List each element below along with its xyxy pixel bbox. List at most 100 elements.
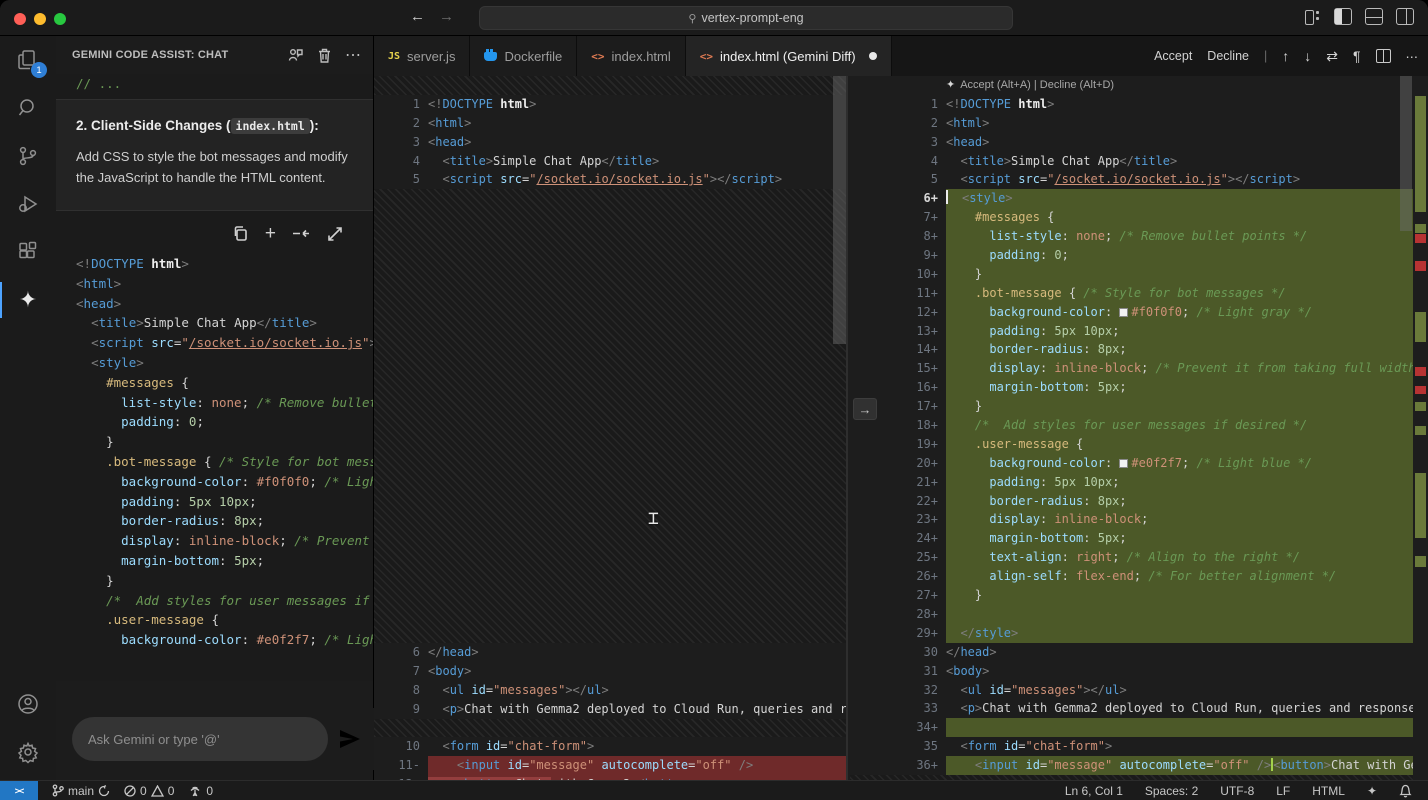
sidebar-item-extensions[interactable] — [0, 228, 56, 276]
toggle-secondary-sidebar-icon[interactable] — [1396, 8, 1414, 25]
bell-icon[interactable] — [1399, 784, 1412, 798]
diff-line[interactable]: 7 <body> — [374, 662, 846, 681]
toggle-primary-sidebar-icon[interactable] — [1334, 8, 1352, 25]
next-change-icon[interactable]: ↓ — [1304, 48, 1311, 64]
diff-line[interactable]: 8+ list-style: none; /* Remove bullet po… — [850, 227, 1428, 247]
diff-revert-arrow-button[interactable]: → — [853, 398, 877, 420]
diff-line[interactable]: 20+ background-color: #e0f2f7; /* Light … — [850, 453, 1428, 473]
diff-line[interactable]: 16+ margin-bottom: 5px; — [850, 378, 1428, 398]
sidebar-item-gemini[interactable]: ✦ — [0, 276, 56, 324]
expand-icon[interactable] — [327, 226, 343, 242]
decline-button[interactable]: Decline — [1207, 49, 1249, 63]
insert-new-file-icon[interactable]: + — [265, 224, 276, 243]
remote-indicator[interactable]: >< — [0, 780, 38, 800]
more-editor-actions-icon[interactable]: ⋯ — [1406, 49, 1419, 64]
diff-line[interactable]: 3 <head> — [374, 133, 846, 152]
indentation[interactable]: Spaces: 2 — [1145, 784, 1198, 798]
diff-line[interactable]: 2 <html> — [850, 114, 1428, 133]
ports-indicator[interactable]: 0 — [188, 784, 213, 798]
more-actions-icon[interactable]: ⋯ — [345, 45, 361, 65]
tab-index-html-gemini-diff-[interactable]: <> index.html (Gemini Diff) — [685, 36, 892, 76]
sidebar-item-run-debug[interactable] — [0, 180, 56, 228]
gemini-chat-input[interactable] — [72, 717, 328, 761]
back-icon[interactable]: ← — [410, 8, 425, 25]
diff-line[interactable]: 9 <p>Chat with Gemma2 deployed to Cloud … — [374, 700, 846, 719]
diff-line[interactable]: 12+ background-color: #f0f0f0; /* Light … — [850, 302, 1428, 322]
diff-line[interactable]: 8 <ul id="messages"></ul> — [374, 681, 846, 700]
previous-change-icon[interactable]: ↑ — [1282, 48, 1289, 64]
diff-line[interactable]: 1 <!DOCTYPE html> — [850, 95, 1428, 114]
zoom-window-button[interactable] — [54, 13, 66, 25]
diff-line[interactable]: 3 <head> — [850, 133, 1428, 152]
diff-line[interactable]: 19+ .user-message { — [850, 434, 1428, 454]
diff-line[interactable]: 22+ border-radius: 8px; — [850, 491, 1428, 511]
diff-line[interactable]: ✦ Accept (Alt+A) | Decline (Alt+D) — [850, 76, 1428, 95]
diff-line[interactable]: 35 <form id="chat-form"> — [850, 737, 1428, 756]
diff-line[interactable]: 21+ padding: 5px 10px; — [850, 472, 1428, 492]
tab-dockerfile[interactable]: Dockerfile — [470, 36, 578, 76]
diff-line[interactable]: 26+ align-self: flex-end; /* For better … — [850, 567, 1428, 587]
send-icon[interactable] — [338, 728, 362, 750]
command-center-search[interactable]: ⚲ vertex-prompt-eng — [479, 6, 1013, 30]
diff-line[interactable]: 10 <form id="chat-form"> — [374, 737, 846, 756]
diff-line[interactable]: 13+ padding: 5px 10px; — [850, 321, 1428, 341]
diff-line[interactable]: 5 <script src="/socket.io/socket.io.js">… — [374, 170, 846, 189]
sidebar-item-accounts[interactable] — [0, 680, 56, 728]
diff-line[interactable]: 32 <ul id="messages"></ul> — [850, 681, 1428, 700]
eol[interactable]: LF — [1276, 784, 1290, 798]
diff-line[interactable]: 28+ — [850, 604, 1428, 624]
diff-line[interactable]: 7+ #messages { — [850, 208, 1428, 228]
diff-line[interactable]: 36+ <input id="message" autocomplete="of… — [850, 756, 1428, 775]
diff-line[interactable]: 24+ margin-bottom: 5px; — [850, 529, 1428, 549]
feedback-icon[interactable] — [287, 47, 304, 64]
diff-line[interactable]: 1 <!DOCTYPE html> — [374, 95, 846, 114]
diff-line[interactable]: 6 </head> — [374, 643, 846, 662]
language-mode[interactable]: HTML — [1312, 784, 1345, 798]
diff-line[interactable]: 34+ — [850, 718, 1428, 738]
diff-line[interactable]: 29+ </style> — [850, 623, 1428, 643]
diff-line[interactable]: 30 </head> — [850, 643, 1428, 662]
gemini-status-icon[interactable]: ✦ — [1367, 784, 1377, 798]
diff-line[interactable]: 23+ display: inline-block; — [850, 510, 1428, 530]
close-window-button[interactable] — [14, 13, 26, 25]
insert-at-cursor-icon[interactable] — [292, 226, 311, 241]
accept-button[interactable]: Accept — [1154, 49, 1192, 63]
split-editor-icon[interactable] — [1375, 49, 1391, 63]
diff-line[interactable]: 11- <input id="message" autocomplete="of… — [374, 756, 846, 776]
copy-icon[interactable] — [232, 225, 249, 242]
trash-icon[interactable] — [317, 47, 332, 64]
sidebar-item-settings[interactable] — [0, 728, 56, 776]
diff-line[interactable]: 9+ padding: 0; — [850, 246, 1428, 265]
cursor-position[interactable]: Ln 6, Col 1 — [1065, 784, 1123, 798]
diff-line[interactable]: 6+ <style> — [850, 189, 1428, 209]
toggle-panel-icon[interactable] — [1365, 8, 1383, 25]
render-whitespace-icon[interactable]: ¶ — [1353, 48, 1361, 64]
diff-line[interactable]: 2 <html> — [374, 114, 846, 133]
problems-indicator[interactable]: 0 0 — [124, 784, 174, 798]
diff-line[interactable]: 27+ } — [850, 586, 1428, 605]
diff-line[interactable]: 17+ } — [850, 397, 1428, 417]
right-scrollbar-thumb[interactable] — [1400, 76, 1412, 231]
sidebar-item-explorer[interactable]: 1 — [0, 36, 56, 84]
sidebar-item-source-control[interactable] — [0, 132, 56, 180]
diff-line[interactable]: 14+ border-radius: 8px; — [850, 340, 1428, 360]
branch-indicator[interactable]: main — [52, 784, 110, 798]
sidebar-item-search[interactable] — [0, 84, 56, 132]
diff-line[interactable]: 18+ /* Add styles for user messages if d… — [850, 416, 1428, 435]
diff-line[interactable]: 25+ text-align: right; /* Align to the r… — [850, 548, 1428, 568]
forward-icon[interactable]: → — [439, 8, 454, 25]
diff-line[interactable]: 15+ display: inline-block; /* Prevent it… — [850, 359, 1428, 379]
codelens-accept-decline[interactable]: ✦ Accept (Alt+A) | Decline (Alt+D) — [946, 76, 1428, 95]
diff-line[interactable]: 4 <title>Simple Chat App</title> — [374, 152, 846, 171]
encoding[interactable]: UTF-8 — [1220, 784, 1254, 798]
customize-layout-icon[interactable] — [1303, 8, 1321, 25]
diff-line[interactable]: 5 <script src="/socket.io/socket.io.js">… — [850, 170, 1428, 189]
tab-server-js[interactable]: JS server.js — [374, 36, 471, 76]
left-scrollbar-thumb[interactable] — [833, 76, 846, 344]
diff-line[interactable]: 33 <p>Chat with Gemma2 deployed to Cloud… — [850, 699, 1428, 718]
diff-line[interactable]: 11+ .bot-message { /* Style for bot mess… — [850, 283, 1428, 303]
minimize-window-button[interactable] — [34, 13, 46, 25]
diff-line[interactable]: 31 <body> — [850, 662, 1428, 681]
tab-index-html[interactable]: <> index.html — [577, 36, 686, 76]
diff-line[interactable]: 4 <title>Simple Chat App</title> — [850, 152, 1428, 171]
